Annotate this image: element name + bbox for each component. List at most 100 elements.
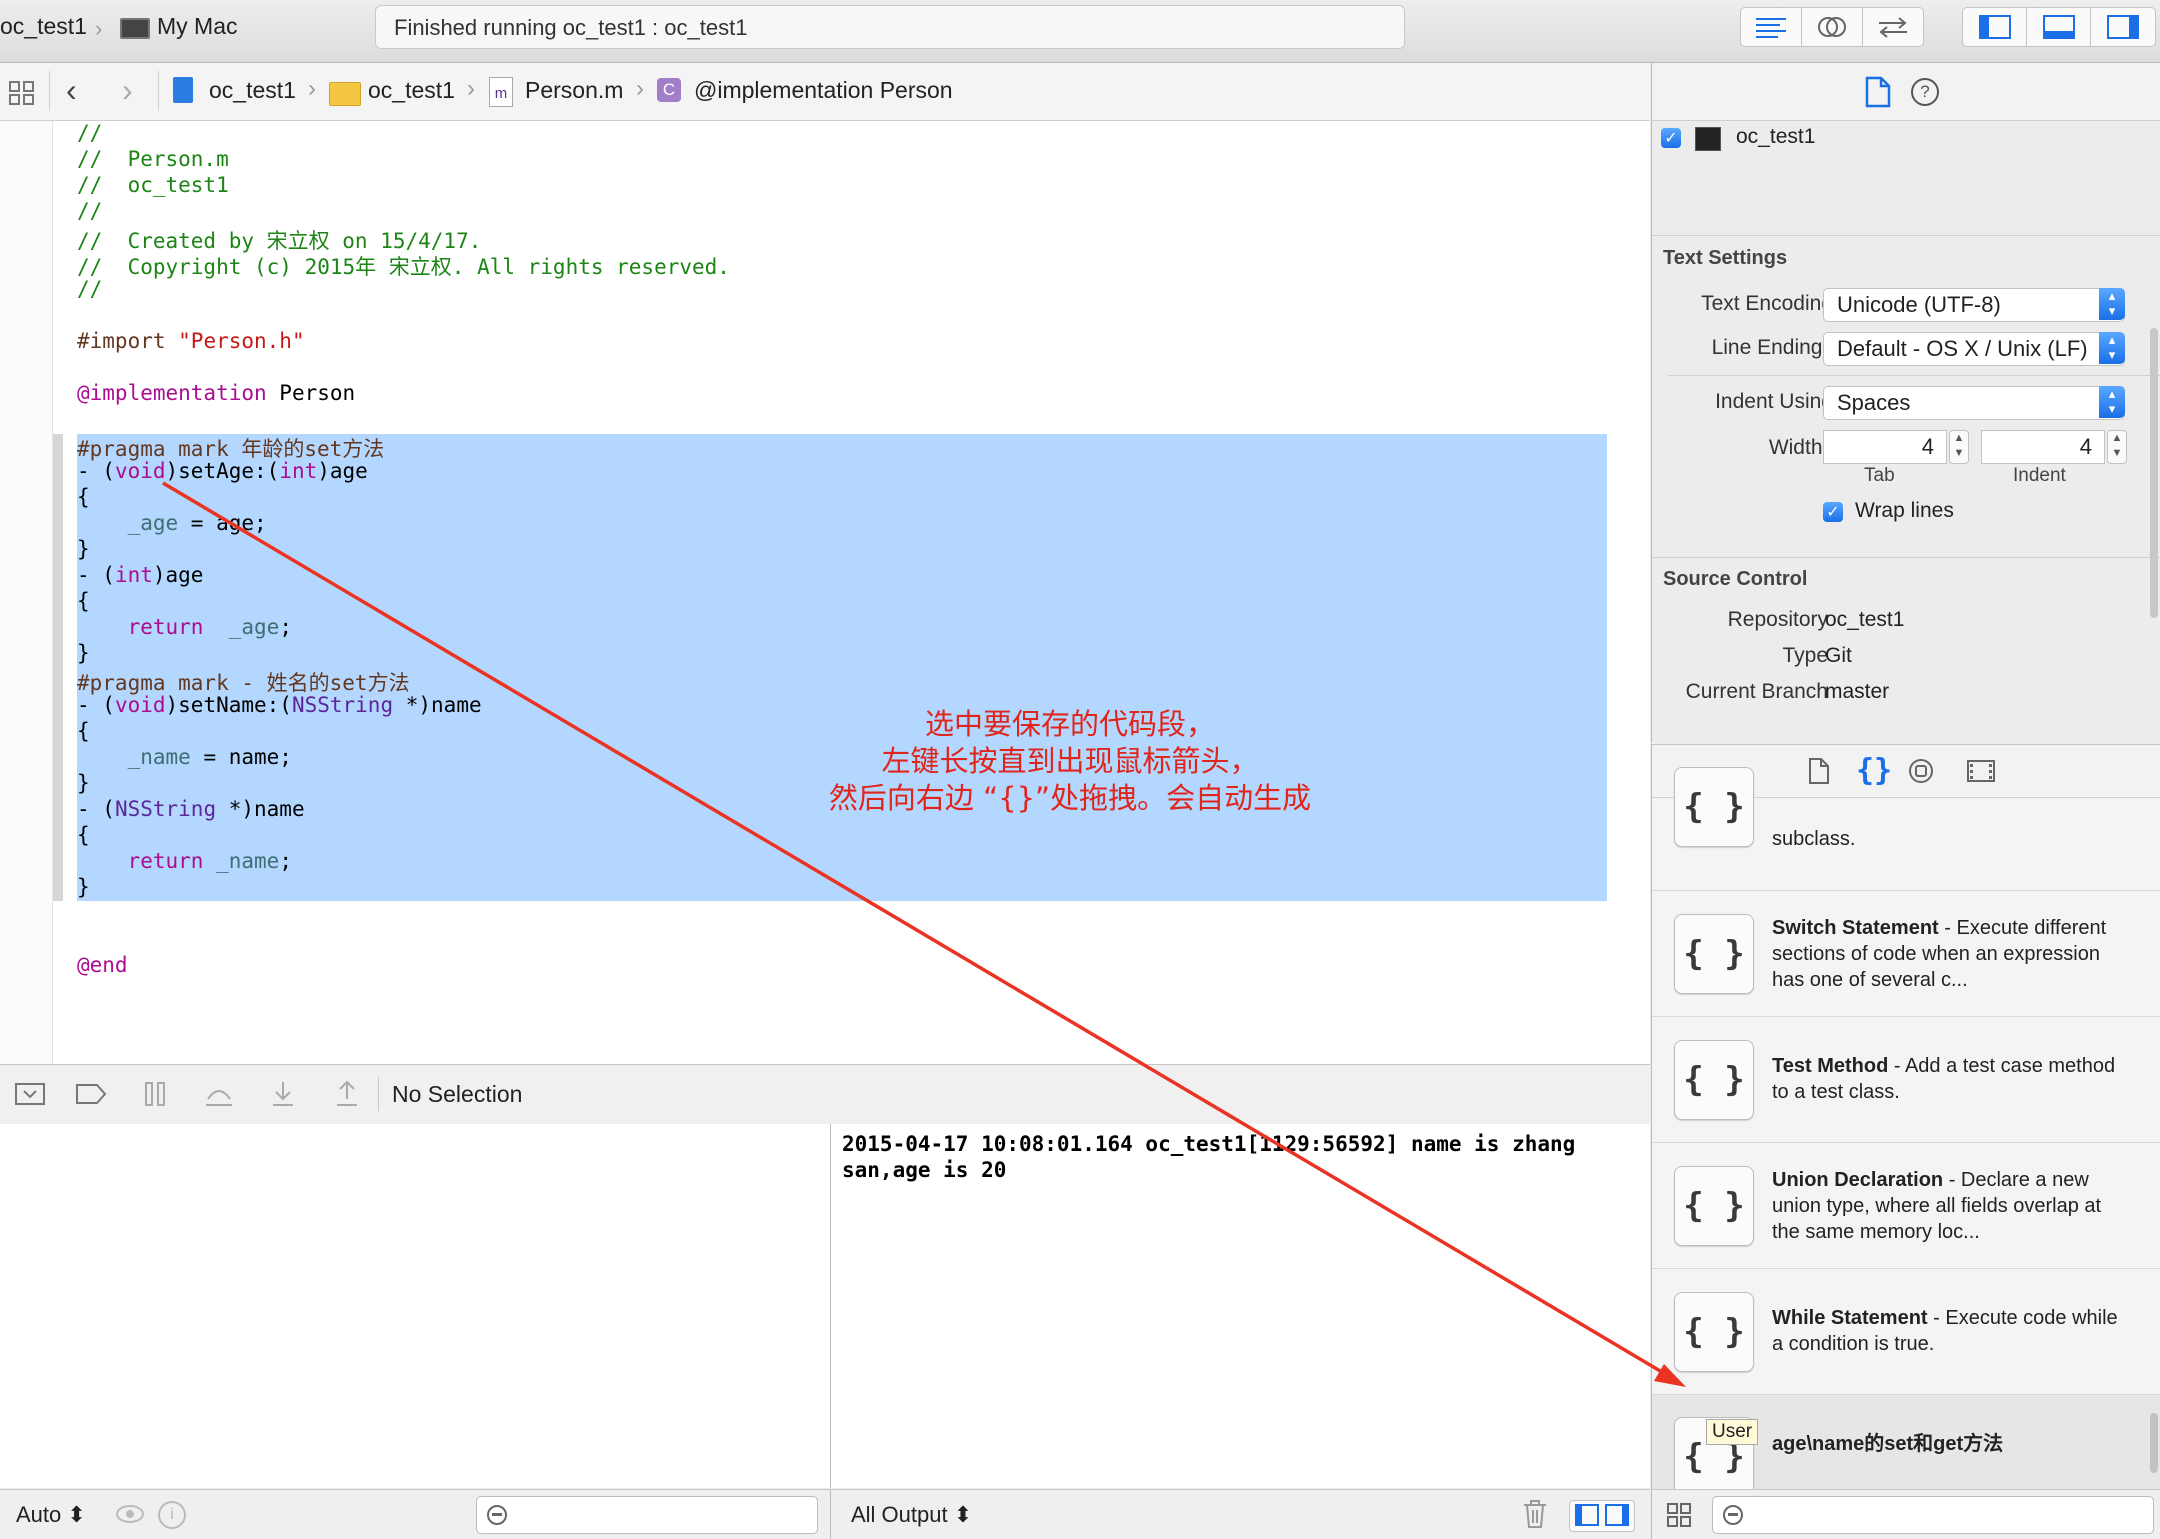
indent-width-stepper[interactable]: ▲ ▼ xyxy=(2107,430,2127,464)
code-fold-ribbon xyxy=(53,434,63,901)
pane-split-control[interactable] xyxy=(1569,1500,1635,1532)
code-line: { xyxy=(77,485,90,509)
step-into-button[interactable] xyxy=(267,1079,299,1109)
popup-arrows-icon: ▴ ▾ xyxy=(2099,288,2125,320)
collapse-panel-icon xyxy=(15,1083,45,1105)
code-line: - (void)setAge:(int)age xyxy=(77,459,368,483)
breadcrumb-symbol[interactable]: @implementation Person xyxy=(694,77,953,104)
quick-help-tab-icon[interactable]: ? xyxy=(1911,78,1939,106)
string-token: "Person.h" xyxy=(178,329,305,353)
hide-debug-area-button[interactable] xyxy=(14,1079,46,1109)
annotation-line: 左键长按直到出现鼠标箭头， xyxy=(881,744,1259,778)
breakpoints-toggle-button[interactable] xyxy=(75,1079,107,1109)
snippet-item[interactable]: { } subclass. xyxy=(1652,767,2160,891)
code-line: // xyxy=(77,121,103,145)
info-icon[interactable]: i xyxy=(158,1501,186,1529)
tab-width-field[interactable]: 4 xyxy=(1823,430,1947,464)
version-editor-button[interactable] xyxy=(1863,8,1923,46)
code-line: // oc_test1 xyxy=(77,173,229,197)
text-encoding-label: Text Encoding xyxy=(1701,292,1833,315)
current-branch-value: master xyxy=(1825,680,1890,703)
standard-editor-button[interactable] xyxy=(1741,8,1802,46)
divider xyxy=(1668,375,2160,376)
step-out-button[interactable] xyxy=(331,1079,363,1109)
left-panel-icon xyxy=(1978,15,2011,39)
step-out-icon xyxy=(337,1080,357,1106)
variables-filter-field[interactable] xyxy=(476,1496,818,1534)
output-mode-popup[interactable]: All Output ⬍ xyxy=(851,1502,972,1528)
code-token: )setAge:( xyxy=(165,459,280,483)
keyword-token: @implementation xyxy=(77,381,267,405)
navigator-toggle-button[interactable] xyxy=(1963,8,2027,46)
class-icon: C xyxy=(657,78,681,102)
wrap-lines-checkbox[interactable]: ✓ xyxy=(1823,502,1843,522)
object-library-tab-icon[interactable] xyxy=(1908,758,1934,784)
code-snippet-tab-icon[interactable]: {} xyxy=(1856,753,1892,788)
pause-button[interactable] xyxy=(139,1079,171,1109)
keyword-token: return xyxy=(127,615,204,639)
annotation-line: 然后向右边 “{}”处拖拽。会自动生成 xyxy=(828,781,1312,815)
back-arrow-icon[interactable]: ‹ xyxy=(66,72,77,109)
code-line: return _age; xyxy=(77,615,292,639)
snippet-item-while-statement[interactable]: { } While Statement - Execute code while… xyxy=(1652,1269,2160,1395)
folder-icon xyxy=(329,82,361,106)
keyword-token: void xyxy=(114,693,166,717)
breadcrumb-project[interactable]: oc_test1 xyxy=(209,77,296,104)
code-token: )age xyxy=(317,459,368,483)
divider xyxy=(378,1077,379,1111)
library-filter-field[interactable] xyxy=(1712,1496,2154,1534)
line-number-gutter xyxy=(0,121,53,1064)
step-over-button[interactable] xyxy=(203,1079,235,1109)
breadcrumb-file[interactable]: Person.m xyxy=(525,77,623,104)
line-endings-popup[interactable]: Default - OS X / Unix (LF) ▴ ▾ xyxy=(1823,332,2125,366)
variables-mode-popup[interactable]: Auto ⬍ xyxy=(16,1502,86,1528)
target-membership-checkbox[interactable]: ✓ xyxy=(1661,128,1681,148)
indent-width-field[interactable]: 4 xyxy=(1981,430,2105,464)
left-pane-icon xyxy=(1575,1504,1599,1526)
eye-icon[interactable] xyxy=(114,1500,146,1528)
utilities-toggle-button[interactable] xyxy=(2091,8,2154,46)
forward-arrow-icon[interactable]: › xyxy=(122,72,133,109)
ivar-token: _name xyxy=(216,849,280,873)
scheme-selector[interactable]: oc_test1 xyxy=(0,13,87,40)
console-view[interactable]: 2015-04-17 10:08:01.164 oc_test1[1129:56… xyxy=(831,1124,1650,1488)
activity-status: Finished running oc_test1 : oc_test1 xyxy=(394,15,748,40)
code-token: = age; xyxy=(178,511,267,535)
pause-icon xyxy=(145,1082,165,1106)
code-token: )age xyxy=(152,563,204,587)
assistant-editor-button[interactable] xyxy=(1802,8,1863,46)
text-encoding-popup[interactable]: Unicode (UTF-8) ▴ ▾ xyxy=(1823,288,2125,322)
snippet-item-switch-statement[interactable]: { } Switch Statement - Execute different… xyxy=(1652,891,2160,1017)
indent-using-popup[interactable]: Spaces ▴ ▾ xyxy=(1823,386,2125,420)
type-token: NSString xyxy=(114,797,217,821)
code-line: } xyxy=(77,537,90,561)
indent-using-label: Indent Using xyxy=(1715,390,1833,413)
inspector-scrollbar[interactable] xyxy=(2150,328,2158,618)
file-template-tab-icon[interactable] xyxy=(1808,757,1830,785)
trash-icon[interactable] xyxy=(1521,1499,1549,1534)
jump-bar: ‹ › oc_test1 › oc_test1 › m Person.m › C… xyxy=(0,63,1650,121)
file-inspector-tab-icon[interactable] xyxy=(1865,76,1891,108)
debug-area-toggle-button[interactable] xyxy=(2027,8,2091,46)
destination-selector[interactable]: My Mac xyxy=(157,13,238,40)
library-scrollbar[interactable] xyxy=(2150,1413,2158,1473)
type-token: NSString xyxy=(291,693,394,717)
code-line: - (int)age xyxy=(77,563,203,587)
tab-width-stepper[interactable]: ▲ ▼ xyxy=(1949,430,1969,464)
code-token: ; xyxy=(279,849,292,873)
lines-icon xyxy=(1756,18,1786,38)
media-library-tab-icon[interactable] xyxy=(1967,760,1995,782)
snippet-item-union-declaration[interactable]: { } Union Declaration - Declare a new un… xyxy=(1652,1143,2160,1269)
annotation-line: 选中要保存的代码段， xyxy=(924,707,1215,741)
grid-view-icon[interactable] xyxy=(1666,1502,1692,1528)
related-items-button[interactable] xyxy=(8,80,36,111)
variables-view[interactable] xyxy=(0,1124,831,1488)
popup-value: Default - OS X / Unix (LF) xyxy=(1837,336,2088,361)
variables-footer: Auto ⬍ i xyxy=(0,1489,831,1539)
snippet-title: age\name的set和get方法 xyxy=(1772,1433,2004,1455)
snippet-item-test-method[interactable]: { } Test Method - Add a test case method… xyxy=(1652,1017,2160,1143)
breadcrumb-group[interactable]: oc_test1 xyxy=(368,77,455,104)
line-endings-label: Line Endings xyxy=(1711,336,1833,359)
